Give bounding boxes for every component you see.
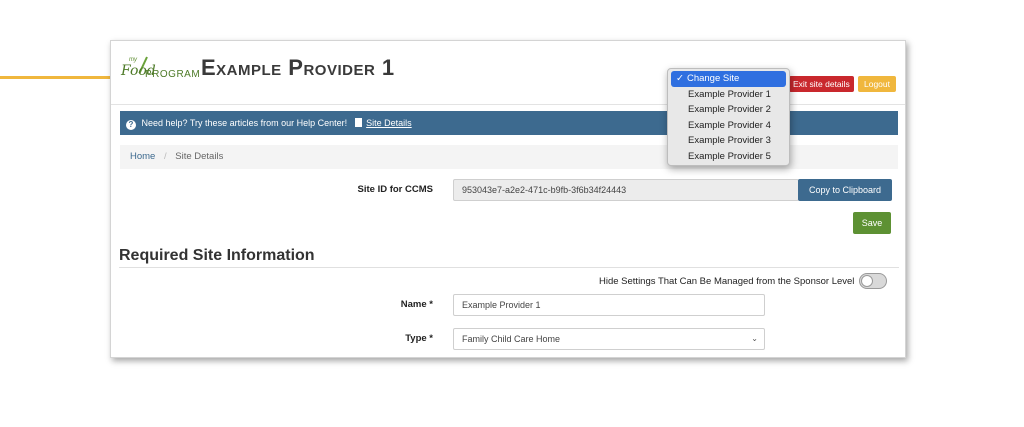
dropdown-item-provider[interactable]: Example Provider 2 <box>671 102 786 118</box>
dropdown-item-provider[interactable]: Example Provider 5 <box>671 149 786 165</box>
chevron-down-icon: ⌄ <box>751 334 758 343</box>
change-site-dropdown: ✓ Change Site Example Provider 1 Example … <box>667 68 790 166</box>
dropdown-item-provider[interactable]: Example Provider 4 <box>671 118 786 134</box>
logout-button[interactable]: Logout <box>858 76 896 92</box>
document-icon <box>354 118 362 127</box>
question-icon: ? <box>126 120 136 130</box>
type-label: Type * <box>405 333 433 344</box>
breadcrumb-separator: / <box>163 151 167 162</box>
checkmark-icon: ✓ <box>676 73 684 84</box>
name-label: Name * <box>400 299 433 310</box>
site-id-label: Site ID for CCMS <box>357 184 433 195</box>
section-divider <box>119 267 899 268</box>
myfoodprogram-logo: my Food PROGRAM <box>121 56 201 80</box>
breadcrumb-home-link[interactable]: Home <box>130 151 155 162</box>
provider-title: Example Provider 1 <box>201 55 395 80</box>
dropdown-item-change-site[interactable]: ✓ Change Site <box>671 71 786 87</box>
dropdown-item-provider[interactable]: Example Provider 3 <box>671 133 786 149</box>
save-button[interactable]: Save <box>853 212 891 234</box>
hide-settings-toggle[interactable] <box>859 273 887 289</box>
name-input[interactable]: Example Provider 1 <box>453 294 765 316</box>
section-title: Required Site Information <box>119 247 315 264</box>
site-id-field[interactable]: 953043e7-a2e2-471c-b9fb-3f6b34f24443 <box>453 179 799 201</box>
help-text: Need help? Try these articles from our H… <box>141 118 348 128</box>
dropdown-item-provider[interactable]: Example Provider 1 <box>671 87 786 103</box>
site-details-help-link[interactable]: Site Details <box>366 118 412 128</box>
exit-site-details-button[interactable]: Exit site details <box>789 76 854 92</box>
breadcrumb-current: Site Details <box>175 151 224 162</box>
copy-to-clipboard-button[interactable]: Copy to Clipboard <box>798 179 892 201</box>
hide-settings-label: Hide Settings That Can Be Managed from t… <box>599 276 855 287</box>
type-select[interactable]: Family Child Care Home ⌄ <box>453 328 765 350</box>
